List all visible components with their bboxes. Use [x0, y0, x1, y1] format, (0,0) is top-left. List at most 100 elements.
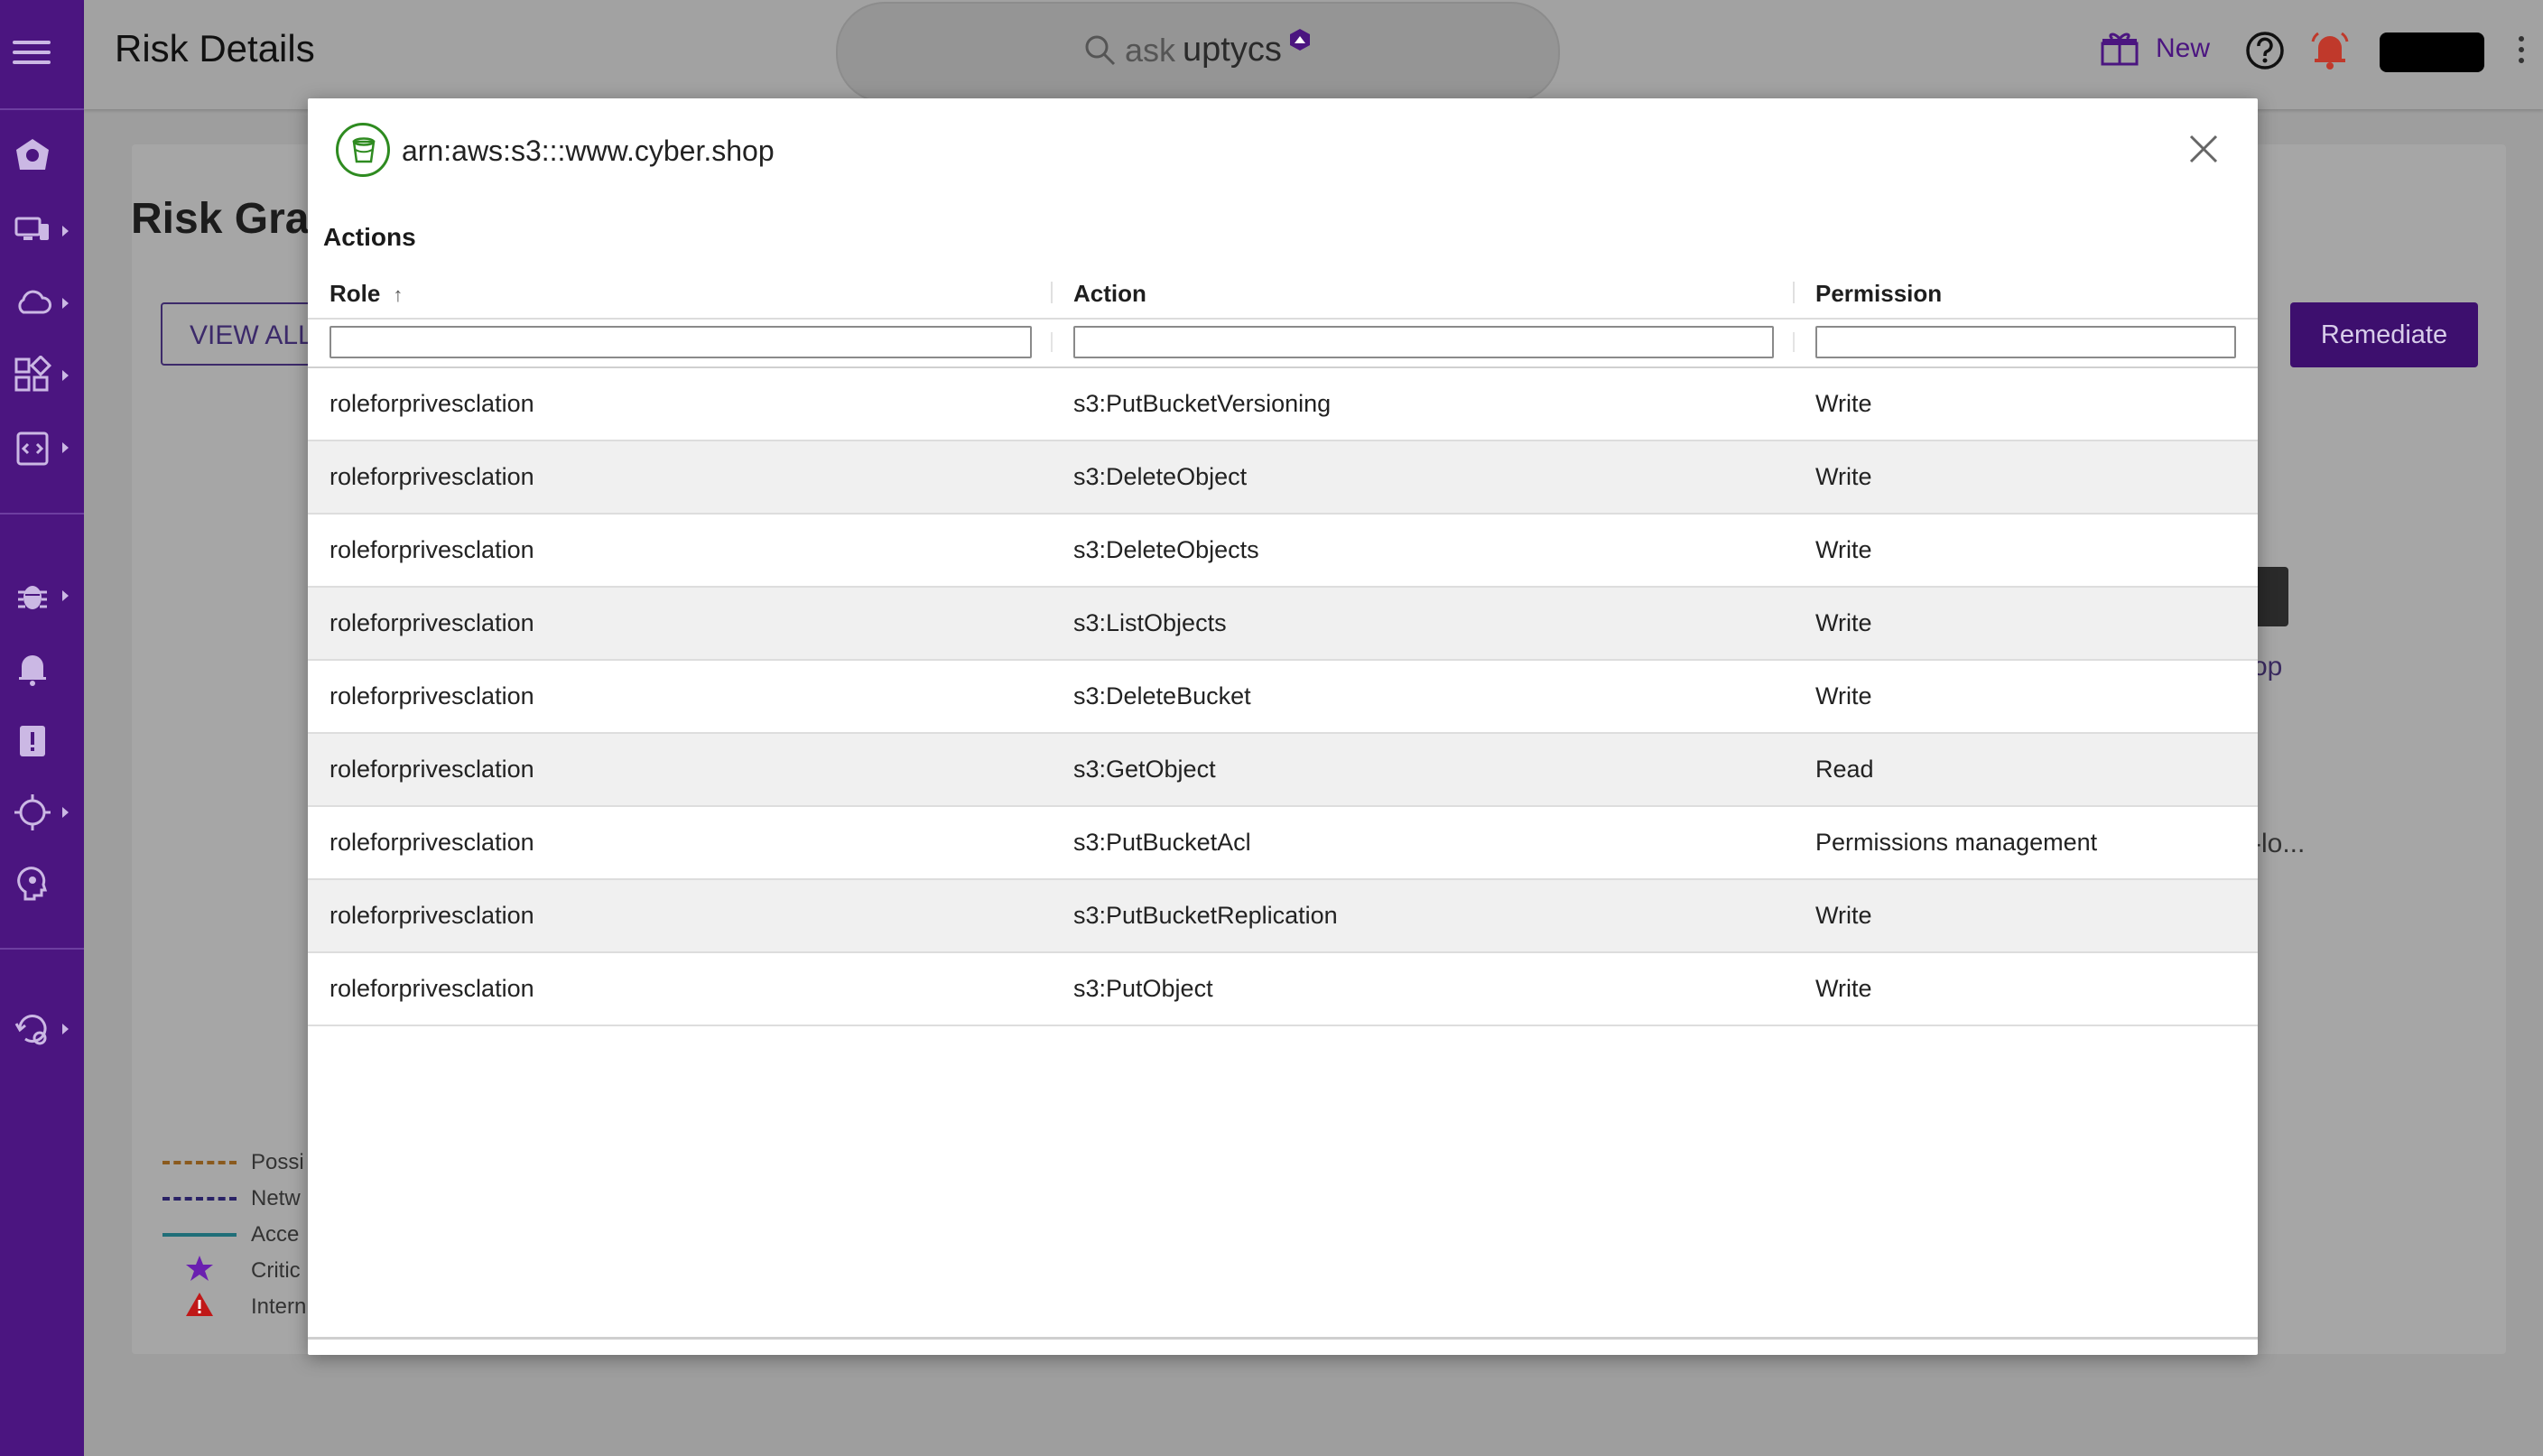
bug-icon[interactable] [13, 576, 56, 619]
permission-cell: Write [1815, 902, 1872, 929]
role-cell: roleforprivesclation [329, 536, 534, 563]
table-header-row: Role ↑ Action Permission [308, 267, 2258, 320]
action-cell: s3:ListObjects [1073, 609, 1227, 636]
gift-icon [2101, 32, 2139, 66]
column-divider [1051, 332, 1053, 352]
history-settings-icon[interactable] [13, 1009, 56, 1053]
sidebar-caret-icon [62, 442, 69, 453]
role-cell: roleforprivesclation [329, 682, 534, 709]
user-account-menu[interactable] [2380, 32, 2484, 72]
table-row[interactable]: roleforprivesclation s3:GetObject Read [308, 734, 2258, 807]
hamburger-menu-icon[interactable] [13, 34, 51, 70]
horizontal-scrollbar[interactable] [308, 1337, 2258, 1340]
column-divider[interactable] [1793, 282, 1795, 303]
role-cell: roleforprivesclation [329, 902, 534, 929]
role-filter-input[interactable] [329, 326, 1032, 358]
more-options-icon[interactable] [2519, 36, 2524, 69]
sort-ascending-icon[interactable]: ↑ [393, 283, 403, 306]
column-header-role[interactable]: Role ↑ [329, 280, 403, 308]
action-cell: s3:DeleteBucket [1073, 682, 1251, 709]
role-cell: roleforprivesclation [329, 463, 534, 490]
graph-legend: Possi Netw Acce Critic Intern [162, 1145, 306, 1325]
search-label: ask uptycs [1083, 28, 1311, 70]
dialog-title: arn:aws:s3:::www.cyber.shop [402, 134, 775, 167]
table-row[interactable]: roleforprivesclation s3:DeleteObjects Wr… [308, 515, 2258, 588]
action-cell: s3:GetObject [1073, 756, 1216, 783]
sidebar-divider [0, 948, 84, 950]
uptycs-logo-icon [1289, 28, 1310, 51]
legend-item: Intern [162, 1289, 306, 1325]
sidebar [0, 0, 84, 1456]
role-cell: roleforprivesclation [329, 390, 534, 417]
risk-graph-title: Risk Gra [131, 195, 310, 243]
action-cell: s3:PutBucketVersioning [1073, 390, 1332, 417]
dialog-header: arn:aws:s3:::www.cyber.shop [308, 98, 2258, 207]
dashboard-icon[interactable] [13, 135, 56, 179]
notification-bell-icon[interactable] [2309, 29, 2351, 70]
remediate-button[interactable]: Remediate [2290, 302, 2478, 367]
alert-clipboard-icon[interactable] [13, 720, 56, 764]
filter-row [308, 320, 2258, 368]
action-filter-input[interactable] [1073, 326, 1774, 358]
permission-cell: Write [1815, 975, 1872, 1002]
table-body: roleforprivesclation s3:PutBucketVersion… [308, 368, 2258, 1026]
warning-triangle-icon [162, 1291, 237, 1324]
dashed-line-icon [162, 1161, 237, 1164]
sidebar-divider [0, 513, 84, 515]
permission-cell: Write [1815, 609, 1872, 636]
actions-section-label: Actions [323, 223, 416, 251]
table-row[interactable]: roleforprivesclation s3:PutBucketVersion… [308, 368, 2258, 441]
table-row[interactable]: roleforprivesclation s3:DeleteObject Wri… [308, 441, 2258, 515]
action-cell: s3:PutObject [1073, 975, 1213, 1002]
brain-gear-icon[interactable] [13, 865, 56, 908]
column-divider [1793, 332, 1795, 352]
apps-grid-icon[interactable] [13, 354, 56, 399]
table-row[interactable]: roleforprivesclation s3:ListObjects Writ… [308, 588, 2258, 661]
legend-label: Acce [251, 1222, 300, 1247]
action-cell: s3:DeleteObjects [1073, 536, 1259, 563]
sidebar-caret-icon [62, 807, 69, 818]
search-brand-text: uptycs [1183, 31, 1282, 69]
close-icon[interactable] [2187, 133, 2220, 165]
permission-cell: Permissions management [1815, 829, 2098, 856]
cloud-icon[interactable] [13, 283, 56, 327]
solid-line-icon [162, 1233, 237, 1237]
sidebar-caret-icon [62, 370, 69, 381]
legend-label: Critic [251, 1258, 301, 1283]
column-header-action[interactable]: Action [1073, 280, 1146, 308]
table-row[interactable]: roleforprivesclation s3:PutBucketAcl Per… [308, 807, 2258, 880]
sidebar-caret-icon [62, 1024, 69, 1034]
column-header-label: Role [329, 280, 381, 307]
permission-filter-input[interactable] [1815, 326, 2236, 358]
sidebar-caret-icon [62, 590, 69, 601]
permission-cell: Read [1815, 756, 1874, 783]
new-label: New [2156, 33, 2211, 63]
legend-item: Netw [162, 1181, 306, 1217]
table-row[interactable]: roleforprivesclation s3:DeleteBucket Wri… [308, 661, 2258, 734]
action-cell: s3:DeleteObject [1073, 463, 1248, 490]
role-cell: roleforprivesclation [329, 975, 534, 1002]
actions-table: Role ↑ Action Permission roleforprivescla… [308, 267, 2258, 1026]
graph-node-label: -lo... [2252, 829, 2306, 858]
table-row[interactable]: roleforprivesclation s3:PutObject Write [308, 953, 2258, 1026]
search-icon [1085, 35, 1116, 65]
legend-label: Possi [251, 1150, 304, 1174]
table-row[interactable]: roleforprivesclation s3:PutBucketReplica… [308, 880, 2258, 953]
help-icon[interactable] [2245, 31, 2285, 70]
crosshair-icon[interactable] [13, 793, 56, 836]
column-divider[interactable] [1051, 282, 1053, 303]
role-cell: roleforprivesclation [329, 829, 534, 856]
legend-label: Intern [251, 1294, 307, 1319]
search-ask-text: ask [1125, 31, 1176, 69]
permission-cell: Write [1815, 682, 1872, 709]
whats-new-button[interactable]: New [2100, 31, 2210, 67]
bell-icon[interactable] [13, 648, 56, 691]
permission-cell: Write [1815, 536, 1872, 563]
legend-item: Acce [162, 1217, 306, 1253]
dashed-line-icon [162, 1197, 237, 1201]
action-cell: s3:PutBucketAcl [1073, 829, 1251, 856]
code-clipboard-icon[interactable] [13, 428, 56, 471]
column-header-permission[interactable]: Permission [1815, 280, 1942, 308]
sidebar-caret-icon [62, 226, 69, 236]
devices-icon[interactable] [13, 211, 56, 255]
